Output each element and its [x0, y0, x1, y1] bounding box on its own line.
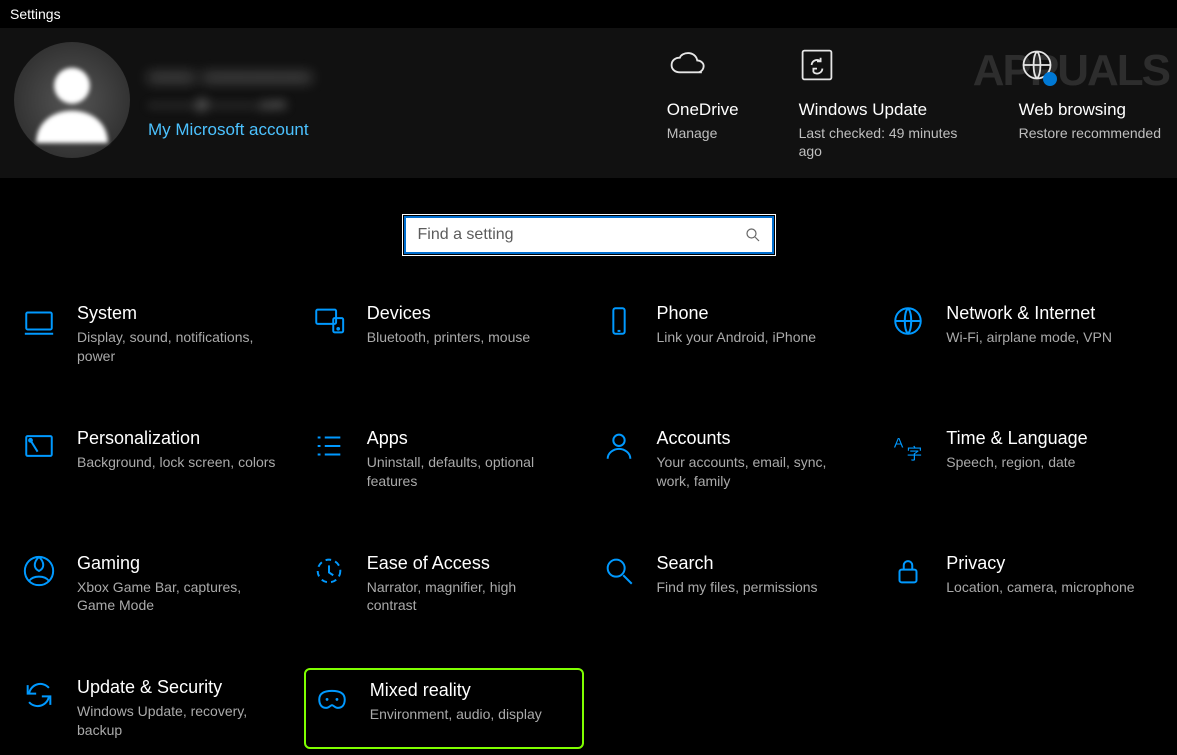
account-text: ––– ––––––– ––––––@––––––.com My Microso…: [148, 60, 312, 140]
category-title: Ease of Access: [367, 553, 567, 574]
category-desc: Bluetooth, printers, mouse: [367, 328, 530, 347]
category-time[interactable]: Time & Language Speech, region, date: [883, 419, 1163, 500]
category-personalization[interactable]: Personalization Background, lock screen, …: [14, 419, 294, 500]
account-email: ––––––@––––––.com: [148, 96, 312, 112]
category-title: Mixed reality: [370, 680, 542, 701]
category-title: Network & Internet: [946, 303, 1112, 324]
ease-icon: [311, 553, 347, 589]
category-text: Privacy Location, camera, microphone: [946, 553, 1134, 597]
category-desc: Wi-Fi, airplane mode, VPN: [946, 328, 1112, 347]
category-text: Ease of Access Narrator, magnifier, high …: [367, 553, 567, 616]
account-name: ––– –––––––: [148, 60, 312, 92]
category-desc: Your accounts, email, sync, work, family: [657, 453, 857, 491]
search-box[interactable]: [404, 216, 774, 254]
personalization-icon: [21, 428, 57, 464]
mixed-icon: [314, 680, 350, 716]
category-desc: Speech, region, date: [946, 453, 1087, 472]
category-title: System: [77, 303, 277, 324]
category-title: Phone: [657, 303, 817, 324]
account-section: ––– ––––––– ––––––@––––––.com My Microso…: [14, 42, 667, 158]
category-desc: Display, sound, notifications, power: [77, 328, 277, 366]
header-tiles: OneDrive Manage Windows Update Last chec…: [667, 42, 1167, 160]
tile-windows-update[interactable]: Windows Update Last checked: 49 minutes …: [799, 42, 959, 160]
search-icon: [744, 226, 762, 244]
category-desc: Background, lock screen, colors: [77, 453, 275, 472]
phone-icon: [601, 303, 637, 339]
update-icon: [21, 677, 57, 713]
categories-grid: System Display, sound, notifications, pow…: [0, 294, 1177, 749]
accounts-icon: [601, 428, 637, 464]
category-network[interactable]: Network & Internet Wi-Fi, airplane mode, …: [883, 294, 1163, 375]
tile-web-browsing[interactable]: Web browsing Restore recommended: [1019, 42, 1161, 160]
system-icon: [21, 303, 57, 339]
settings-header: APPUALS ––– ––––––– ––––––@––––––.com My…: [0, 28, 1177, 178]
category-text: Devices Bluetooth, printers, mouse: [367, 303, 530, 347]
category-text: System Display, sound, notifications, pow…: [77, 303, 277, 366]
category-desc: Location, camera, microphone: [946, 578, 1134, 597]
microsoft-account-link[interactable]: My Microsoft account: [148, 120, 309, 139]
tile-title: Windows Update: [799, 100, 928, 120]
search-row: [0, 178, 1177, 294]
category-devices[interactable]: Devices Bluetooth, printers, mouse: [304, 294, 584, 375]
apps-icon: [311, 428, 347, 464]
update-icon: [799, 42, 835, 88]
category-accounts[interactable]: Accounts Your accounts, email, sync, work…: [594, 419, 874, 500]
category-desc: Xbox Game Bar, captures, Game Mode: [77, 578, 277, 616]
globe-badge-icon: [1019, 42, 1055, 88]
category-ease[interactable]: Ease of Access Narrator, magnifier, high …: [304, 544, 584, 625]
person-icon: [29, 57, 115, 143]
category-desc: Uninstall, defaults, optional features: [367, 453, 567, 491]
category-gaming[interactable]: Gaming Xbox Game Bar, captures, Game Mode: [14, 544, 294, 625]
avatar: [14, 42, 130, 158]
category-title: Accounts: [657, 428, 857, 449]
tile-title: Web browsing: [1019, 100, 1126, 120]
category-mixed[interactable]: Mixed reality Environment, audio, display: [304, 668, 584, 749]
tile-onedrive[interactable]: OneDrive Manage: [667, 42, 739, 160]
category-title: Search: [657, 553, 818, 574]
category-search[interactable]: Search Find my files, permissions: [594, 544, 874, 625]
category-title: Devices: [367, 303, 530, 324]
category-text: Accounts Your accounts, email, sync, work…: [657, 428, 857, 491]
category-update[interactable]: Update & Security Windows Update, recover…: [14, 668, 294, 749]
category-text: Mixed reality Environment, audio, display: [370, 680, 542, 724]
tile-subtitle: Last checked: 49 minutes ago: [799, 124, 959, 160]
category-title: Time & Language: [946, 428, 1087, 449]
category-phone[interactable]: Phone Link your Android, iPhone: [594, 294, 874, 375]
category-text: Phone Link your Android, iPhone: [657, 303, 817, 347]
cloud-icon: [667, 42, 711, 88]
tile-subtitle: Restore recommended: [1019, 124, 1161, 142]
search-input[interactable]: [416, 225, 744, 245]
category-text: Time & Language Speech, region, date: [946, 428, 1087, 472]
category-desc: Windows Update, recovery, backup: [77, 702, 277, 740]
category-title: Personalization: [77, 428, 275, 449]
category-title: Gaming: [77, 553, 277, 574]
devices-icon: [311, 303, 347, 339]
category-text: Apps Uninstall, defaults, optional featur…: [367, 428, 567, 491]
tile-title: OneDrive: [667, 100, 739, 120]
category-title: Update & Security: [77, 677, 277, 698]
category-desc: Find my files, permissions: [657, 578, 818, 597]
category-text: Gaming Xbox Game Bar, captures, Game Mode: [77, 553, 277, 616]
privacy-icon: [890, 553, 926, 589]
category-desc: Narrator, magnifier, high contrast: [367, 578, 567, 616]
category-text: Search Find my files, permissions: [657, 553, 818, 597]
category-title: Privacy: [946, 553, 1134, 574]
search-icon: [601, 553, 637, 589]
window-title: Settings: [0, 0, 1177, 28]
gaming-icon: [21, 553, 57, 589]
tile-subtitle: Manage: [667, 124, 718, 142]
category-system[interactable]: System Display, sound, notifications, pow…: [14, 294, 294, 375]
network-icon: [890, 303, 926, 339]
category-desc: Link your Android, iPhone: [657, 328, 817, 347]
category-text: Network & Internet Wi-Fi, airplane mode, …: [946, 303, 1112, 347]
category-desc: Environment, audio, display: [370, 705, 542, 724]
category-text: Update & Security Windows Update, recover…: [77, 677, 277, 740]
time-icon: [890, 428, 926, 464]
category-apps[interactable]: Apps Uninstall, defaults, optional featur…: [304, 419, 584, 500]
category-title: Apps: [367, 428, 567, 449]
category-text: Personalization Background, lock screen, …: [77, 428, 275, 472]
category-privacy[interactable]: Privacy Location, camera, microphone: [883, 544, 1163, 625]
